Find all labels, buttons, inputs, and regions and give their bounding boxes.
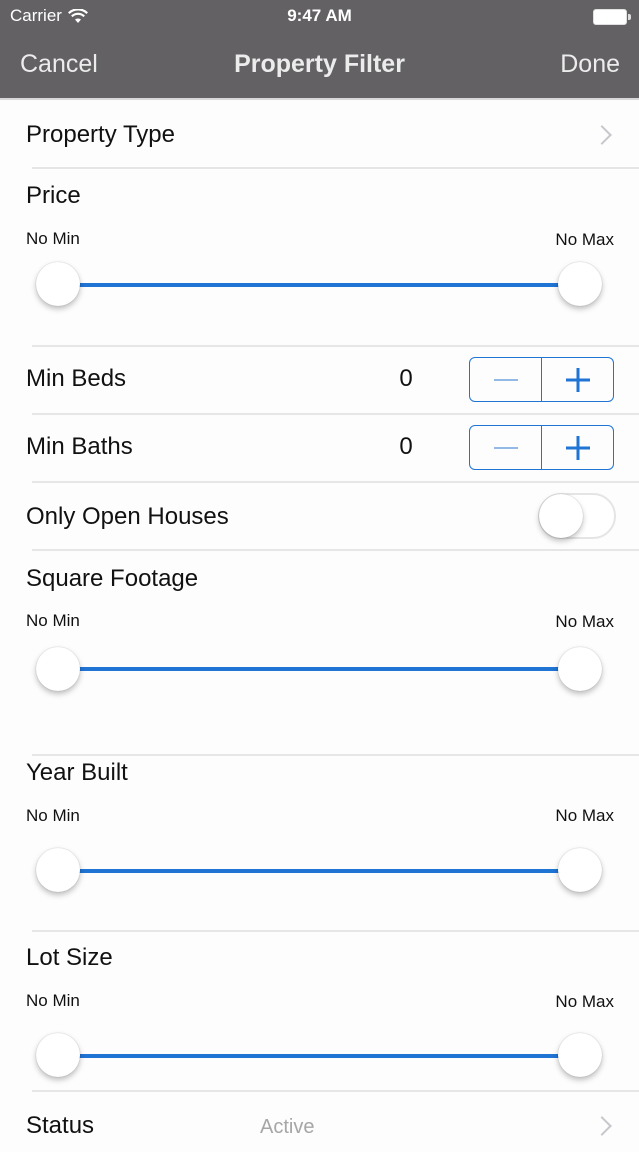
min-baths-stepper[interactable] (469, 425, 614, 470)
min-baths-label: Min Baths (26, 433, 133, 460)
square-footage-min-label: No Min (26, 611, 80, 630)
min-beds-stepper[interactable] (469, 357, 614, 402)
min-beds-row: Min Beds 0 (0, 347, 639, 415)
battery-icon (593, 9, 631, 25)
price-slider-track[interactable] (58, 283, 580, 287)
min-baths-value: 0 (399, 433, 413, 460)
status-row[interactable]: Status Active (0, 1092, 639, 1152)
min-beds-decrement-button[interactable] (470, 358, 541, 401)
property-type-row[interactable]: Property Type (0, 101, 639, 169)
open-houses-label: Only Open Houses (26, 503, 229, 530)
min-beds-increment-button[interactable] (541, 358, 613, 401)
lot-size-max-thumb[interactable] (558, 1033, 602, 1077)
price-label: Price (26, 182, 81, 209)
year-built-max-thumb[interactable] (558, 848, 602, 892)
price-max-label: No Max (555, 230, 614, 249)
min-baths-row: Min Baths 0 (0, 415, 639, 483)
year-built-slider-track[interactable] (58, 869, 580, 873)
cancel-button[interactable]: Cancel (20, 50, 98, 79)
square-footage-slider-track[interactable] (58, 667, 580, 671)
min-beds-value: 0 (399, 365, 413, 392)
square-footage-label: Square Footage (26, 565, 199, 592)
open-houses-toggle[interactable] (538, 493, 616, 539)
done-button[interactable]: Done (560, 50, 620, 79)
year-built-min-thumb[interactable] (36, 848, 80, 892)
min-baths-increment-button[interactable] (541, 426, 613, 469)
lot-size-max-label: No Max (555, 992, 614, 1011)
min-beds-label: Min Beds (26, 365, 127, 392)
square-footage-min-thumb[interactable] (36, 647, 80, 691)
lot-size-label: Lot Size (26, 944, 113, 971)
year-built-max-label: No Max (555, 806, 614, 825)
lot-size-row: Lot Size No Min No Max (0, 932, 639, 1092)
open-houses-row: Only Open Houses (0, 483, 639, 551)
filter-list: Property Type Price No Min No Max Min Be… (0, 101, 639, 1152)
minus-icon (493, 378, 518, 381)
min-baths-decrement-button[interactable] (470, 426, 541, 469)
square-footage-max-label: No Max (555, 612, 614, 631)
year-built-label: Year Built (26, 759, 128, 786)
navigation-bar: Carrier 9:47 AM Cancel Property Filter D… (0, 0, 639, 100)
price-max-thumb[interactable] (558, 262, 602, 306)
year-built-min-label: No Min (26, 806, 80, 825)
toggle-knob (539, 494, 583, 538)
chevron-right-icon (592, 1116, 612, 1136)
lot-size-min-label: No Min (26, 991, 80, 1010)
price-min-thumb[interactable] (36, 262, 80, 306)
minus-icon (493, 446, 518, 449)
price-min-label: No Min (26, 229, 80, 248)
chevron-right-icon (592, 125, 612, 145)
property-type-label: Property Type (26, 121, 175, 148)
year-built-row: Year Built No Min No Max (0, 756, 639, 932)
square-footage-max-thumb[interactable] (558, 647, 602, 691)
square-footage-row: Square Footage No Min No Max (0, 551, 639, 756)
lot-size-min-thumb[interactable] (36, 1033, 80, 1077)
status-time: 9:47 AM (287, 6, 352, 25)
price-row: Price No Min No Max (0, 169, 639, 347)
status-bar: Carrier 9:47 AM (0, 0, 639, 34)
lot-size-slider-track[interactable] (58, 1054, 580, 1058)
